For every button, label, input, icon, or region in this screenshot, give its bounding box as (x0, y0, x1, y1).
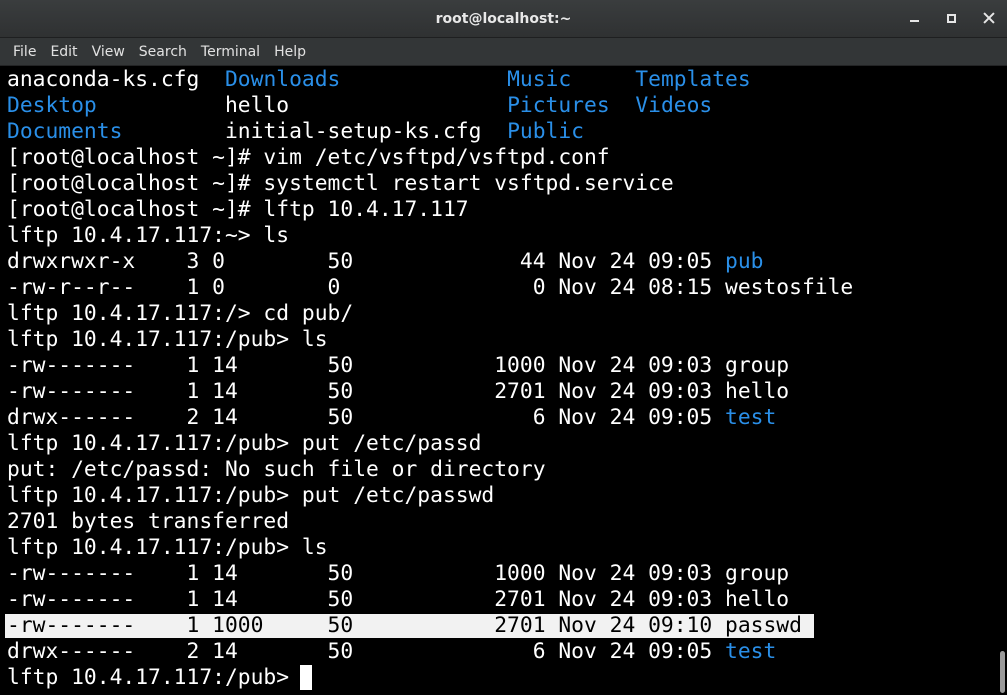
terminal-line: [root@localhost ~]# vim /etc/vsftpd/vsft… (7, 145, 610, 171)
terminal-text: lftp 10.4.17.117:/> cd pub/ (7, 301, 354, 326)
menu-search[interactable]: Search (132, 38, 194, 66)
terminal-text: lftp 10.4.17.117:~> ls (7, 223, 290, 248)
terminal-text: anaconda-ks.cfg (7, 67, 225, 92)
maximize-button[interactable] (933, 0, 970, 38)
terminal-text: lftp 10.4.17.117:/pub> put /etc/passwd (7, 483, 495, 508)
terminal-line: -rw------- 1 1000 50 2701 Nov 24 09:10 p… (7, 613, 802, 639)
directory-name: Documents (7, 119, 123, 144)
close-button[interactable] (970, 0, 1007, 38)
terminal-text: [root@localhost ~]# systemctl restart vs… (7, 171, 674, 196)
terminal-line: lftp 10.4.17.117:/pub> put /etc/passd (7, 431, 481, 457)
minimize-icon (910, 20, 919, 22)
window-controls (896, 0, 1007, 38)
terminal-text: -rw------- 1 14 50 2701 Nov 24 09:03 hel… (7, 379, 790, 404)
terminal-text: -rw------- 1 14 50 2701 Nov 24 09:03 hel… (7, 587, 790, 612)
terminal-text: lftp 10.4.17.117:/pub> put /etc/passd (7, 431, 482, 456)
terminal-text: lftp 10.4.17.117:/pub> ls (7, 327, 328, 352)
terminal-line: lftp 10.4.17.117:/pub> ls (7, 535, 328, 561)
terminal-line: lftp 10.4.17.117:~> ls (7, 223, 289, 249)
terminal-text: 2701 bytes transferred (7, 509, 290, 534)
maximize-icon (947, 14, 956, 23)
terminal-text: initial-setup-ks.cfg (122, 119, 508, 144)
terminal-line: 2701 bytes transferred (7, 509, 289, 535)
directory-name: test (725, 405, 777, 430)
terminal-line: lftp 10.4.17.117:/pub> (7, 665, 302, 691)
terminal-text: put: /etc/passd: No such file or directo… (7, 457, 546, 482)
terminal-line: -rw------- 1 14 50 1000 Nov 24 09:03 gro… (7, 561, 789, 587)
directory-name: Templates (635, 67, 751, 92)
terminal-line: -rw------- 1 14 50 2701 Nov 24 09:03 hel… (7, 587, 789, 613)
terminal-line: anaconda-ks.cfg Downloads Music Template… (7, 67, 751, 93)
directory-name: Pictures (507, 93, 610, 118)
terminal-text: drwxrwxr-x 3 0 50 44 Nov 24 09:05 (7, 249, 726, 274)
terminal-line: [root@localhost ~]# systemctl restart vs… (7, 171, 674, 197)
terminal-text: lftp 10.4.17.117:/pub> ls (7, 535, 328, 560)
close-icon (983, 12, 995, 24)
terminal-text: -rw------- 1 14 50 1000 Nov 24 09:03 gro… (7, 561, 790, 586)
title-bar: root@localhost:~ (0, 0, 1007, 38)
terminal-line: -rw------- 1 14 50 2701 Nov 24 09:03 hel… (7, 379, 789, 405)
terminal-text: -rw------- 1 1000 50 2701 Nov 24 09:10 p… (7, 613, 802, 638)
menu-help[interactable]: Help (267, 38, 313, 66)
terminal-line: Desktop hello Pictures Videos (7, 93, 712, 119)
terminal-line: lftp 10.4.17.117:/pub> put /etc/passwd (7, 483, 494, 509)
menu-edit[interactable]: Edit (43, 38, 84, 66)
terminal-text: [root@localhost ~]# lftp 10.4.17.117 (7, 197, 469, 222)
directory-name: pub (725, 249, 764, 274)
menu-terminal[interactable]: Terminal (194, 38, 267, 66)
terminal-text: lftp 10.4.17.117:/pub> (7, 665, 302, 690)
terminal-line: drwx------ 2 14 50 6 Nov 24 09:05 test (7, 405, 776, 431)
terminal-line: [root@localhost ~]# lftp 10.4.17.117 (7, 197, 469, 223)
scrollbar-thumb[interactable] (1000, 651, 1005, 693)
directory-name: Desktop (7, 93, 97, 118)
window-title: root@localhost:~ (435, 11, 572, 27)
terminal-line: put: /etc/passd: No such file or directo… (7, 457, 546, 483)
directory-name: Downloads (224, 67, 341, 92)
terminal-text: drwx------ 2 14 50 6 Nov 24 09:05 (7, 639, 726, 664)
menu-file[interactable]: File (6, 38, 43, 66)
menu-bar: File Edit View Search Terminal Help (0, 38, 1007, 66)
terminal-line: -rw-r--r-- 1 0 0 0 Nov 24 08:15 westosfi… (7, 275, 853, 301)
text-cursor (300, 665, 313, 690)
directory-name: Videos (635, 93, 713, 118)
directory-name: Music (507, 67, 572, 92)
terminal-text: -rw------- 1 14 50 1000 Nov 24 09:03 gro… (7, 353, 790, 378)
terminal-text: -rw-r--r-- 1 0 0 0 Nov 24 08:15 westosfi… (7, 275, 854, 300)
terminal-text: [root@localhost ~]# vim /etc/vsftpd/vsft… (7, 145, 610, 170)
terminal-line: Documents initial-setup-ks.cfg Public (7, 119, 584, 145)
directory-name: Public (507, 119, 584, 144)
terminal-line: lftp 10.4.17.117:/> cd pub/ (7, 301, 353, 327)
terminal-text: drwx------ 2 14 50 6 Nov 24 09:05 (7, 405, 726, 430)
terminal-line: lftp 10.4.17.117:/pub> ls (7, 327, 328, 353)
directory-name: test (725, 639, 777, 664)
menu-view[interactable]: View (85, 38, 132, 66)
terminal-line: drwx------ 2 14 50 6 Nov 24 09:05 test (7, 639, 776, 665)
vertical-scrollbar[interactable] (998, 66, 1007, 695)
terminal-window: root@localhost:~ File Edit View Search T… (0, 0, 1007, 695)
terminal-line: -rw------- 1 14 50 1000 Nov 24 09:03 gro… (7, 353, 789, 379)
terminal-output[interactable]: anaconda-ks.cfg Downloads Music Template… (0, 66, 998, 695)
minimize-button[interactable] (896, 0, 933, 38)
terminal-text: hello (96, 93, 508, 118)
terminal-line: drwxrwxr-x 3 0 50 44 Nov 24 09:05 pub (7, 249, 764, 275)
